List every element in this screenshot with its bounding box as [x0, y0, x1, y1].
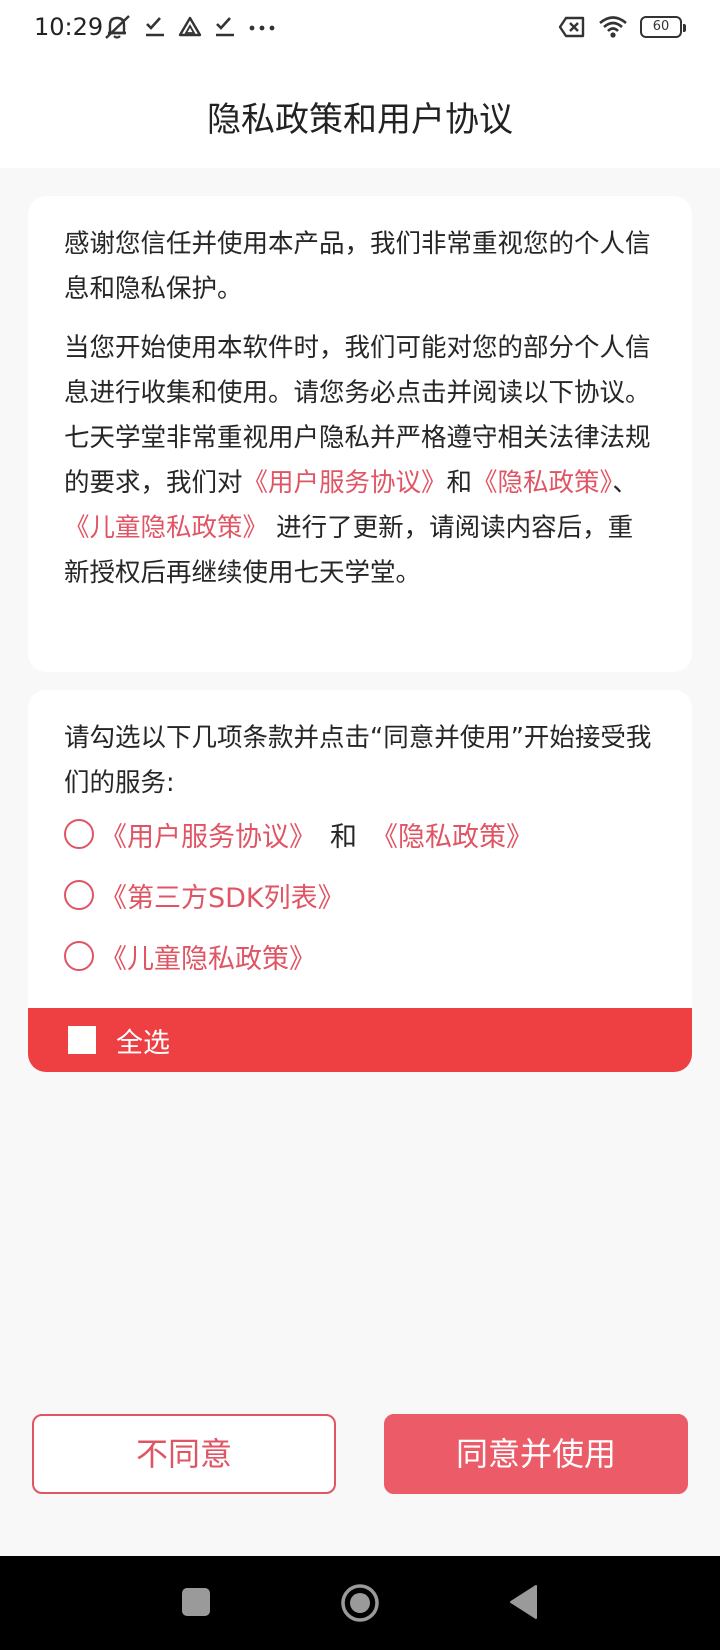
more-icon	[249, 25, 275, 31]
and-text: 和	[330, 821, 357, 853]
intro-card: 感谢您信任并使用本产品，我们非常重视您的个人信息和隐私保护。 当您开始使用本软件…	[28, 196, 692, 672]
privacy-policy-link[interactable]: 《隐私政策》	[371, 815, 533, 854]
select-all-bar[interactable]: 全选	[28, 1008, 692, 1072]
privacy-policy-link[interactable]: 《隐私政策》	[472, 468, 612, 498]
disagree-button[interactable]: 不同意	[32, 1414, 336, 1494]
term-item-child-privacy[interactable]: 《儿童隐私政策》	[64, 936, 316, 976]
select-all-checkbox[interactable]	[68, 1026, 96, 1054]
mute-icon	[105, 15, 130, 39]
sdk-list-link[interactable]: 《第三方SDK列表》	[100, 876, 345, 915]
drive-icon	[178, 16, 202, 37]
intro-paragraph-2: 当您开始使用本软件时，我们可能对您的部分个人信息进行收集和使用。请您务必点击并阅…	[64, 326, 654, 596]
wifi-icon	[599, 16, 627, 38]
terms-intro: 请勾选以下几项条款并点击“同意并使用”开始接受我们的服务:	[64, 723, 652, 798]
separator-text: 、	[612, 468, 638, 498]
select-all-label: 全选	[116, 1027, 170, 1059]
agree-button[interactable]: 同意并使用	[384, 1414, 688, 1494]
home-icon[interactable]	[340, 1583, 380, 1623]
back-icon[interactable]	[508, 1584, 538, 1620]
status-icons-right: 60	[558, 12, 686, 42]
header: 隐私政策和用户协议	[0, 56, 720, 168]
term-item-user-privacy[interactable]: 《用户服务协议》 和 《隐私政策》	[64, 814, 533, 854]
terms-card: 请勾选以下几项条款并点击“同意并使用”开始接受我们的服务: 《用户服务协议》 和…	[28, 690, 692, 1072]
radio-button[interactable]	[64, 819, 94, 849]
status-time: 10:29	[34, 13, 104, 41]
user-agreement-link[interactable]: 《用户服务协议》	[100, 815, 316, 854]
status-icons-left	[104, 12, 276, 42]
status-bar: 10:29 60	[0, 0, 720, 56]
radio-button[interactable]	[64, 941, 94, 971]
user-agreement-link[interactable]: 《用户服务协议》	[243, 468, 447, 498]
battery-icon: 60	[640, 16, 686, 38]
radio-button[interactable]	[64, 880, 94, 910]
child-privacy-link[interactable]: 《儿童隐私政策》	[64, 513, 268, 543]
and-text: 和	[446, 468, 473, 498]
no-sim-icon	[558, 16, 585, 38]
check-icon	[216, 17, 234, 37]
intro-paragraph-1: 感谢您信任并使用本产品，我们非常重视您的个人信息和隐私保护。	[64, 229, 651, 304]
child-privacy-link[interactable]: 《儿童隐私政策》	[100, 937, 316, 976]
check-icon	[146, 17, 164, 37]
recent-apps-icon[interactable]	[182, 1588, 210, 1616]
term-item-sdk-list[interactable]: 《第三方SDK列表》	[64, 875, 345, 915]
page-title: 隐私政策和用户协议	[207, 100, 513, 140]
navigation-bar	[0, 1556, 720, 1650]
